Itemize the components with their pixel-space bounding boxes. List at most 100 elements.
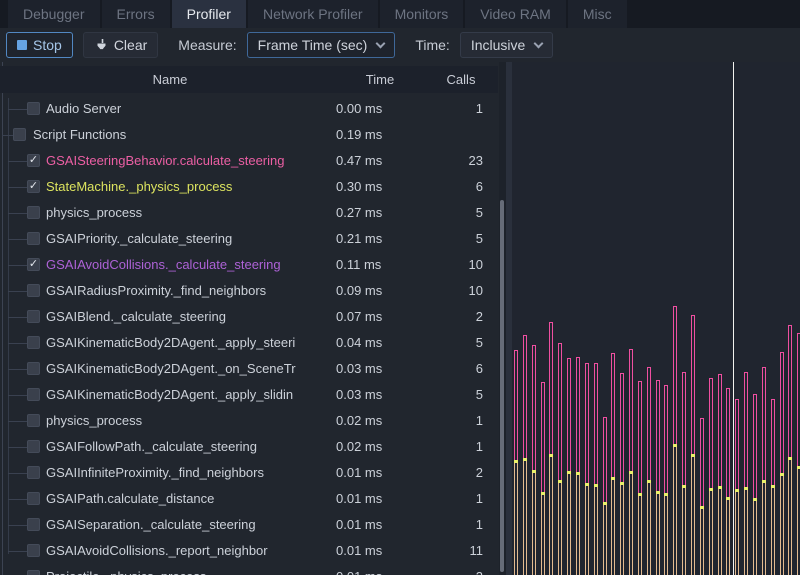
graph-bar-tan-segment — [558, 483, 562, 575]
measure-dropdown-value: Frame Time (sec) — [258, 37, 368, 53]
graph-bar-pink-segment — [638, 381, 642, 493]
measure-label: Measure: — [178, 37, 236, 53]
row-function-name: GSAIFollowPath._calculate_steering — [46, 439, 257, 454]
table-row[interactable]: GSAIPath.calculate_distance0.01 ms1 — [0, 486, 498, 512]
row-function-name: GSAISeparation._calculate_steering — [46, 517, 256, 532]
tree-guide-dash — [8, 187, 27, 188]
graph-bar-pink-segment — [762, 367, 766, 480]
row-calls-value: 23 — [469, 153, 483, 168]
row-calls-value: 10 — [469, 283, 483, 298]
graph-bar-pink-segment — [726, 388, 730, 497]
scrollbar-thumb[interactable] — [500, 200, 504, 572]
row-time-value: 0.07 ms — [336, 309, 382, 324]
tab-misc[interactable]: Misc — [568, 0, 627, 28]
row-checkbox[interactable] — [13, 128, 26, 141]
stop-button[interactable]: Stop — [6, 32, 73, 58]
row-checkbox-checked[interactable]: ✓ — [27, 180, 40, 193]
row-time-value: 0.19 ms — [336, 127, 382, 142]
row-checkbox-checked[interactable]: ✓ — [27, 258, 40, 271]
tab-debugger[interactable]: Debugger — [8, 0, 100, 28]
row-function-name: physics_process — [46, 205, 142, 220]
chevron-down-icon — [534, 38, 544, 48]
row-function-name: GSAIBlend._calculate_steering — [46, 309, 226, 324]
graph-bar-tan-segment — [780, 476, 784, 575]
row-checkbox[interactable] — [27, 518, 40, 531]
row-checkbox[interactable] — [27, 310, 40, 323]
row-checkbox[interactable] — [27, 492, 40, 505]
frame-cursor-line[interactable] — [733, 62, 734, 575]
row-time-value: 0.02 ms — [336, 413, 382, 428]
table-row[interactable]: GSAIBlend._calculate_steering0.07 ms2 — [0, 304, 498, 330]
table-row[interactable]: physics_process0.02 ms1 — [0, 408, 498, 434]
frame-time-graph[interactable] — [512, 62, 800, 575]
tab-errors[interactable]: Errors — [102, 0, 170, 28]
row-calls-value: 6 — [476, 361, 483, 376]
profiler-toolbar: Stop Clear Measure: Frame Time (sec) Tim… — [0, 28, 800, 62]
table-row[interactable]: GSAIKinematicBody2DAgent._apply_slidin0.… — [0, 382, 498, 408]
table-row[interactable]: Audio Server0.00 ms1 — [0, 96, 498, 122]
table-row[interactable]: Script Functions 0.19 ms — [0, 122, 498, 148]
row-checkbox[interactable] — [27, 206, 40, 219]
row-checkbox[interactable] — [27, 336, 40, 349]
table-row[interactable]: GSAIKinematicBody2DAgent._on_SceneTr0.03… — [0, 356, 498, 382]
row-checkbox[interactable] — [27, 232, 40, 245]
row-calls-value: 11 — [470, 543, 484, 558]
row-checkbox-checked[interactable]: ✓ — [27, 154, 40, 167]
graph-bar-tan-segment — [567, 474, 571, 575]
table-row[interactable]: GSAIKinematicBody2DAgent._apply_steeri0.… — [0, 330, 498, 356]
row-calls-value: 2 — [476, 465, 483, 480]
measure-dropdown[interactable]: Frame Time (sec) — [247, 32, 396, 58]
table-row[interactable]: GSAIInfiniteProximity._find_neighbors0.0… — [0, 460, 498, 486]
column-header-time: Time — [340, 66, 420, 93]
tree-guide-dash — [8, 551, 27, 552]
graph-bar-tan-segment — [656, 494, 660, 575]
time-dropdown-value: Inclusive — [471, 37, 525, 53]
row-checkbox[interactable] — [27, 362, 40, 375]
table-row[interactable]: ✓GSAIAvoidCollisions._calculate_steering… — [0, 252, 498, 278]
tree-guide-dash — [2, 135, 13, 136]
row-time-value: 0.03 ms — [336, 387, 382, 402]
table-row[interactable]: GSAIPriority._calculate_steering0.21 ms5 — [0, 226, 498, 252]
tab-video-ram[interactable]: Video RAM — [465, 0, 566, 28]
row-checkbox[interactable] — [27, 544, 40, 557]
tab-profiler[interactable]: Profiler — [172, 0, 246, 28]
graph-bar-tan-segment — [682, 488, 686, 575]
row-calls-value: 5 — [476, 205, 483, 220]
table-row[interactable]: Projectile._physics_process0.01 ms2 — [0, 564, 498, 575]
row-time-value: 0.11 ms — [336, 257, 381, 272]
row-checkbox[interactable] — [27, 570, 40, 575]
row-checkbox[interactable] — [27, 102, 40, 115]
table-row[interactable]: GSAIAvoidCollisions._report_neighbor0.01… — [0, 538, 498, 564]
graph-bar-pink-segment — [629, 349, 633, 471]
tab-monitors[interactable]: Monitors — [380, 0, 464, 28]
clear-button[interactable]: Clear — [83, 32, 158, 58]
row-checkbox[interactable] — [27, 414, 40, 427]
table-row[interactable]: ✓StateMachine._physics_process0.30 ms6 — [0, 174, 498, 200]
row-function-name: Script Functions — [33, 127, 126, 142]
tree-guide-dash — [8, 265, 27, 266]
row-checkbox[interactable] — [27, 440, 40, 453]
row-checkbox[interactable] — [27, 284, 40, 297]
table-row[interactable]: physics_process0.27 ms5 — [0, 200, 498, 226]
tree-guide-dash — [8, 239, 27, 240]
graph-bar-tan-segment — [664, 496, 668, 575]
table-row[interactable]: ✓GSAISteeringBehavior.calculate_steering… — [0, 148, 498, 174]
table-row[interactable]: GSAIFollowPath._calculate_steering 0.02 m… — [0, 434, 498, 460]
graph-bar-pink-segment — [700, 418, 704, 506]
row-function-name: GSAIKinematicBody2DAgent._on_SceneTr — [46, 361, 296, 376]
row-time-value: 0.01 ms — [336, 491, 382, 506]
graph-bar-pink-segment — [594, 363, 598, 484]
table-row[interactable]: GSAISeparation._calculate_steering0.01 m… — [0, 512, 498, 538]
row-checkbox[interactable] — [27, 388, 40, 401]
table-row[interactable]: GSAIRadiusProximity._find_neighbors0.09 … — [0, 278, 498, 304]
row-calls-value: 5 — [476, 231, 483, 246]
row-calls-value: 2 — [476, 569, 483, 575]
tab-network-profiler[interactable]: Network Profiler — [248, 0, 378, 28]
tree-guide-dash — [8, 395, 27, 396]
row-calls-value: 10 — [469, 257, 483, 272]
row-checkbox[interactable] — [27, 466, 40, 479]
row-time-value: 0.02 ms — [336, 439, 382, 454]
time-dropdown[interactable]: Inclusive — [460, 32, 553, 58]
graph-bar-tan-segment — [576, 475, 580, 575]
stop-button-label: Stop — [33, 37, 62, 53]
